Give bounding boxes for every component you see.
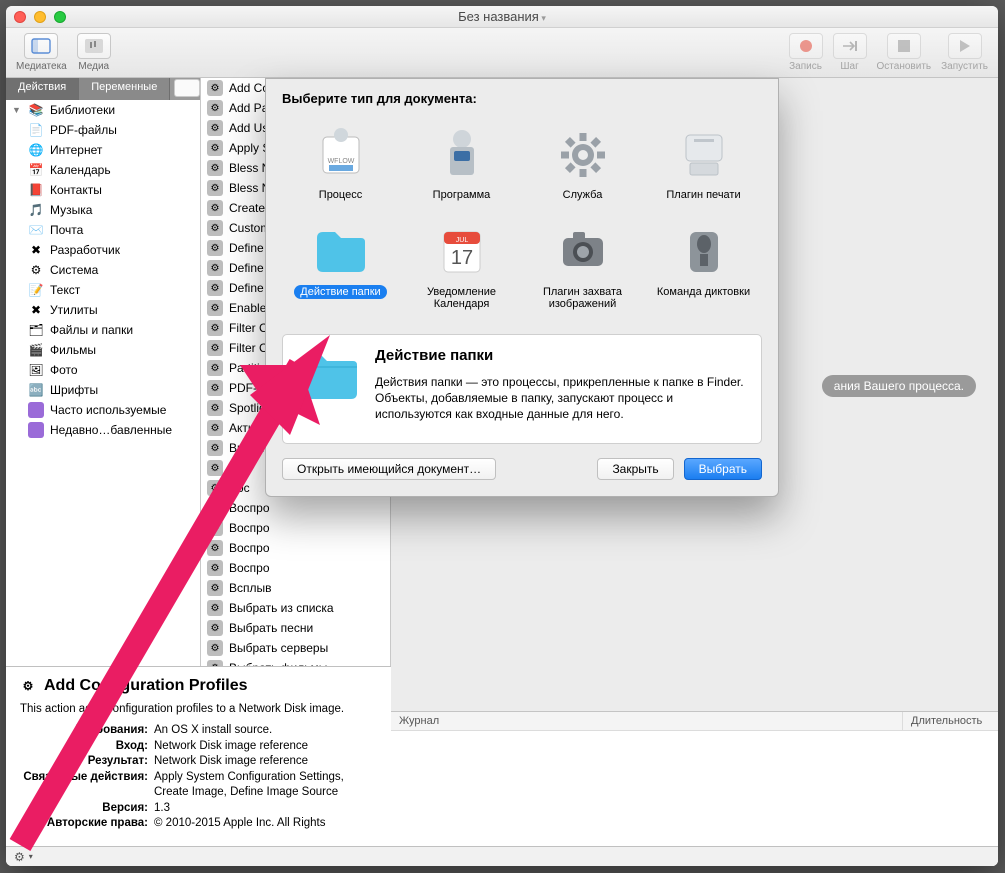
log-col-duration[interactable]: Длительность bbox=[903, 712, 998, 730]
category-item[interactable]: ✖Разработчик bbox=[6, 240, 200, 260]
media-button[interactable]: Медиа bbox=[77, 33, 111, 72]
category-item[interactable]: 🔤Шрифты bbox=[6, 380, 200, 400]
smart-group-item[interactable]: Часто используемые bbox=[6, 400, 200, 420]
run-button[interactable]: Запустить bbox=[941, 33, 988, 72]
category-item[interactable]: 📅Календарь bbox=[6, 160, 200, 180]
titlebar: Без названия bbox=[6, 6, 998, 28]
template-tile[interactable]: Действие папки bbox=[282, 213, 399, 318]
category-item[interactable]: ⚙Система bbox=[6, 260, 200, 280]
window-title[interactable]: Без названия bbox=[6, 9, 998, 24]
svg-text:JUL: JUL bbox=[455, 237, 468, 244]
template-grid: WFLOWПроцессПрограммаСлужбаПлагин печати… bbox=[266, 112, 778, 328]
stop-button[interactable]: Остановить bbox=[877, 33, 932, 72]
library-icon: 📚 bbox=[28, 102, 44, 118]
sheet-heading: Выберите тип для документа: bbox=[266, 79, 778, 112]
action-item[interactable]: ⚙Воспро bbox=[201, 558, 390, 578]
category-item[interactable]: 🎵Музыка bbox=[6, 200, 200, 220]
play-icon bbox=[948, 33, 982, 59]
library-header[interactable]: ▼📚Библиотеки bbox=[6, 100, 200, 120]
template-chooser-sheet: Выберите тип для документа: WFLOWПроцесс… bbox=[265, 78, 779, 497]
choose-button[interactable]: Выбрать bbox=[684, 458, 762, 480]
library-button[interactable]: Медиатека bbox=[16, 33, 67, 72]
action-item[interactable]: ⚙Всплыв bbox=[201, 578, 390, 598]
category-item[interactable]: ✖Утилиты bbox=[6, 300, 200, 320]
search-input[interactable] bbox=[174, 79, 200, 97]
open-existing-button[interactable]: Открыть имеющийся документ… bbox=[282, 458, 496, 480]
action-item[interactable]: ⚙Выбрать из списка bbox=[201, 598, 390, 618]
step-icon bbox=[833, 33, 867, 59]
category-item[interactable]: 📕Контакты bbox=[6, 180, 200, 200]
statusbar: ⚙︎▾ bbox=[6, 846, 998, 866]
template-tile[interactable]: JUL17Уведомление Календаря bbox=[403, 213, 520, 318]
template-tile[interactable]: Служба bbox=[524, 116, 641, 209]
svg-text:WFLOW: WFLOW bbox=[327, 158, 354, 165]
template-description: Действие папки Действия папки — это проц… bbox=[282, 334, 762, 444]
smart-group-item[interactable]: Недавно…бавленные bbox=[6, 420, 200, 440]
template-tile[interactable]: WFLOWПроцесс bbox=[282, 116, 399, 209]
record-button[interactable]: Запись bbox=[789, 33, 823, 72]
template-tile[interactable]: Программа bbox=[403, 116, 520, 209]
category-item[interactable]: 🎬Фильмы bbox=[6, 340, 200, 360]
svg-text:17: 17 bbox=[450, 247, 472, 269]
category-item[interactable]: 🗂Файлы и папки bbox=[6, 320, 200, 340]
category-item[interactable]: 🖼Фото bbox=[6, 360, 200, 380]
gear-icon[interactable]: ⚙︎ bbox=[14, 850, 25, 864]
category-item[interactable]: ✉️Почта bbox=[6, 220, 200, 240]
log-panel: Журнал Длительность ☰ ▥ bbox=[391, 711, 998, 866]
action-item[interactable]: ⚙Воспро bbox=[201, 518, 390, 538]
tab-variables[interactable]: Переменные bbox=[79, 78, 170, 100]
workflow-hint: ания Вашего процесса. bbox=[822, 375, 976, 397]
category-item[interactable]: 📝Текст bbox=[6, 280, 200, 300]
category-item[interactable]: 📄PDF-файлы bbox=[6, 120, 200, 140]
action-item[interactable]: ⚙Воспро bbox=[201, 498, 390, 518]
automator-robot-icon: ⚙︎ bbox=[20, 678, 36, 694]
step-button[interactable]: Шаг bbox=[833, 33, 867, 72]
action-item[interactable]: ⚙Воспро bbox=[201, 538, 390, 558]
action-item[interactable]: ⚙Выбрать серверы bbox=[201, 638, 390, 658]
template-tile[interactable]: Команда диктовки bbox=[645, 213, 762, 318]
stop-icon bbox=[887, 33, 921, 59]
close-button[interactable]: Закрыть bbox=[597, 458, 673, 480]
template-tile[interactable]: Плагин печати bbox=[645, 116, 762, 209]
action-info-panel: ⚙︎Add Configuration Profiles This action… bbox=[6, 666, 391, 846]
toolbar: Медиатека Медиа Запись Шаг Остановить bbox=[6, 28, 998, 78]
tab-actions[interactable]: Действия bbox=[6, 78, 79, 100]
template-tile[interactable]: Плагин захвата изображений bbox=[524, 213, 641, 318]
folder-icon bbox=[297, 347, 361, 403]
log-col-journal[interactable]: Журнал bbox=[391, 712, 903, 730]
category-item[interactable]: 🌐Интернет bbox=[6, 140, 200, 160]
action-item[interactable]: ⚙Выбрать песни bbox=[201, 618, 390, 638]
